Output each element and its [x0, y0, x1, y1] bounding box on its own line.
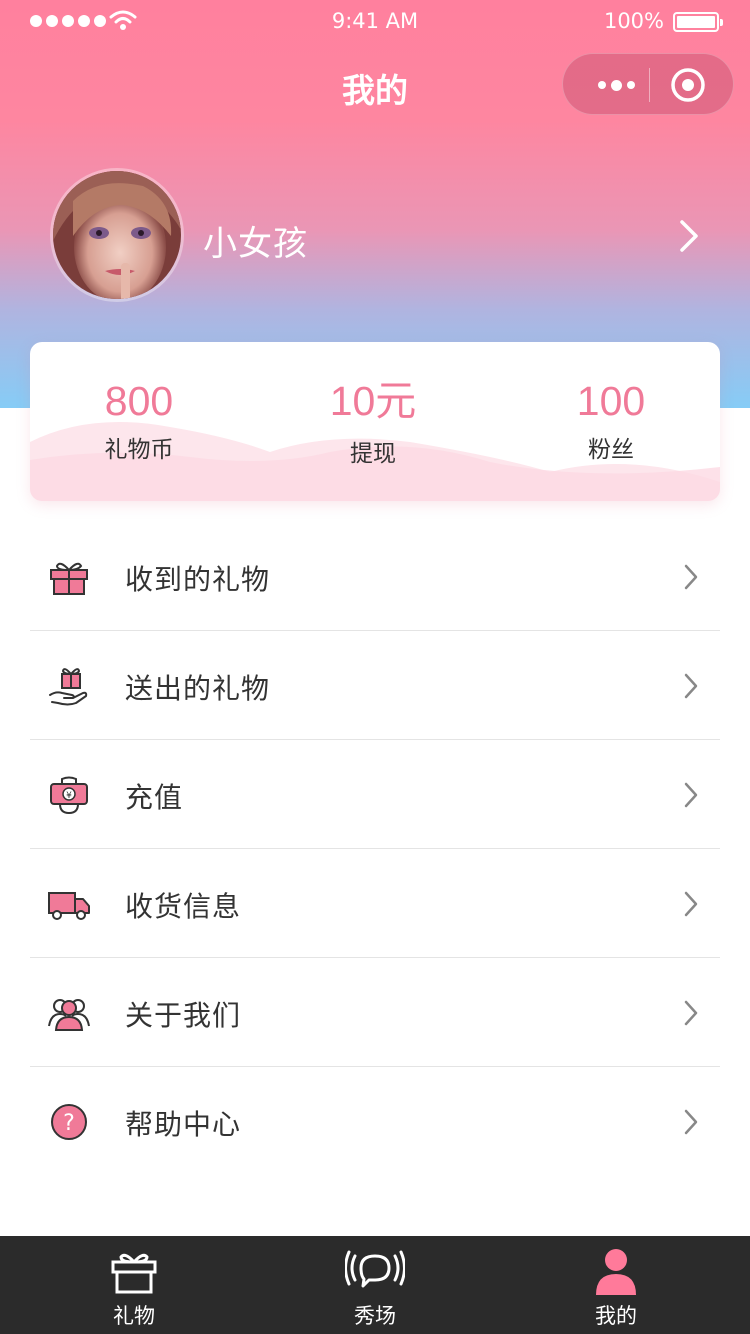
svg-text:¥: ¥ — [66, 791, 72, 801]
tab-label: 礼物 — [113, 1304, 155, 1328]
stat-value: 800 — [104, 378, 174, 424]
battery-percentage: 100% — [603, 9, 664, 33]
gift-hand-icon — [49, 668, 88, 706]
profile-header[interactable]: 小女孩 — [50, 168, 710, 303]
menu-item-recharge[interactable]: ¥ 充值 — [30, 740, 720, 849]
tab-me[interactable]: 我的 — [491, 1236, 741, 1334]
menu-item-received-gifts[interactable]: 收到的礼物 — [30, 522, 720, 631]
tab-label: 秀场 — [354, 1304, 396, 1328]
status-bar: 9:41 AM 100% — [0, 0, 750, 44]
more-options-button[interactable] — [583, 54, 649, 116]
stat-label: 提现 — [350, 441, 396, 467]
chevron-right-icon — [684, 1109, 698, 1135]
recharge-icon: ¥ — [50, 776, 88, 815]
menu-label: 收到的礼物 — [125, 563, 271, 596]
mini-program-capsule — [562, 53, 734, 115]
stat-gift-coins[interactable]: 800 礼物币 — [39, 378, 239, 464]
menu-item-help-center[interactable]: ? 帮助中心 — [30, 1067, 720, 1176]
menu-item-sent-gifts[interactable]: 送出的礼物 — [30, 631, 720, 740]
chevron-right-icon — [684, 782, 698, 808]
svg-text:?: ? — [63, 1111, 75, 1136]
chevron-right-icon — [684, 891, 698, 917]
tab-label: 我的 — [595, 1304, 637, 1328]
gift-tab-icon — [111, 1253, 157, 1294]
stat-label: 粉丝 — [588, 437, 634, 463]
profile-tab-icon — [596, 1249, 636, 1295]
bottom-tab-bar: 礼物 秀场 我的 — [0, 1236, 750, 1334]
avatar[interactable] — [50, 168, 184, 302]
chevron-right-icon — [684, 673, 698, 699]
username: 小女孩 — [203, 224, 308, 264]
gift-box-icon — [50, 562, 88, 595]
tab-gifts[interactable]: 礼物 — [9, 1236, 259, 1334]
users-icon — [48, 999, 90, 1031]
stat-withdraw[interactable]: 10元 提现 — [273, 378, 473, 468]
menu-list: 收到的礼物 送出的礼物 ¥ 充值 收货信息 关于我们 ? 帮助中心 — [30, 522, 720, 1176]
stat-value: 100 — [576, 378, 646, 424]
menu-item-about-us[interactable]: 关于我们 — [30, 958, 720, 1067]
tab-showroom[interactable]: 秀场 — [250, 1236, 500, 1334]
menu-label: 充值 — [125, 781, 184, 814]
menu-item-shipping-info[interactable]: 收货信息 — [30, 849, 720, 958]
menu-label: 帮助中心 — [125, 1108, 242, 1141]
chevron-right-icon — [684, 564, 698, 590]
chevron-right-icon — [684, 1000, 698, 1026]
help-icon: ? — [51, 1104, 87, 1140]
stat-label: 礼物币 — [104, 437, 174, 463]
capsule-divider — [649, 68, 650, 102]
battery-icon — [673, 12, 723, 32]
stat-fans[interactable]: 100 粉丝 — [511, 378, 711, 464]
menu-label: 收货信息 — [125, 890, 242, 923]
menu-label: 关于我们 — [125, 999, 242, 1032]
menu-label: 送出的礼物 — [125, 672, 271, 705]
stat-value: 10元 — [329, 378, 417, 424]
chevron-right-icon[interactable] — [678, 218, 700, 254]
close-target-icon[interactable] — [670, 67, 706, 103]
delivery-truck-icon — [48, 892, 90, 920]
broadcast-tab-icon — [345, 1250, 405, 1288]
stats-card: 800 礼物币 10元 提现 100 粉丝 — [30, 342, 720, 501]
